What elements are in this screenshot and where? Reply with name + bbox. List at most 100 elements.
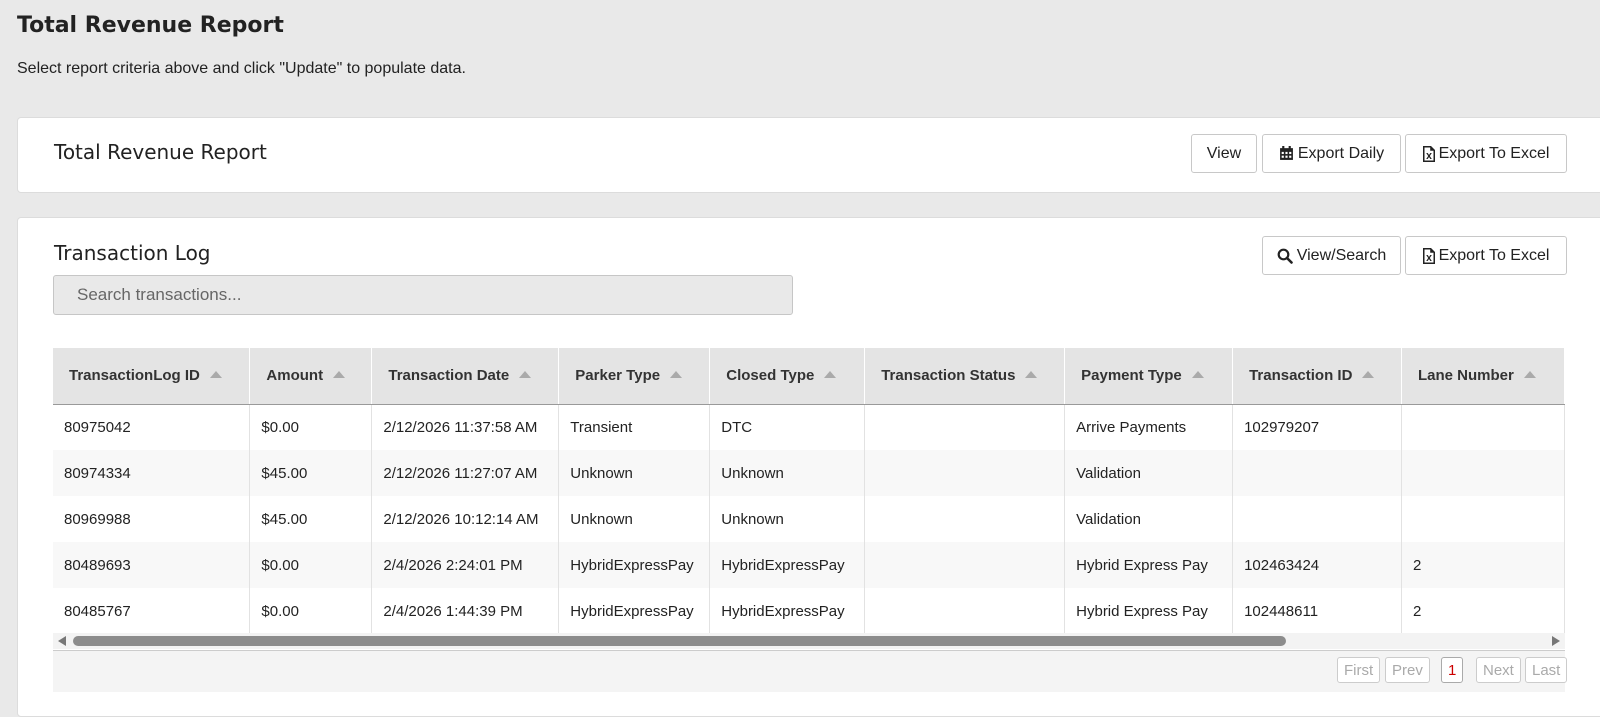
cell-payment-type: Validation [1064,496,1234,542]
pagination-bar: First Prev 1 Next Last [53,650,1568,692]
cell-payment-type: Validation [1064,450,1234,496]
prev-page-button[interactable]: Prev [1385,657,1430,683]
first-page-button[interactable]: First [1337,657,1381,683]
cell-transaction-date: 2/12/2026 11:27:07 AM [371,450,560,496]
cell-closed-type: DTC [709,404,866,450]
col-header-transaction-date[interactable]: Transaction Date [371,348,560,405]
sort-up-icon [1191,371,1204,379]
transaction-log-card: Transaction Log View/Search Export To Ex… [17,217,1600,717]
cell-payment-type: Hybrid Express Pay [1064,542,1234,588]
cell-transaction-status [864,588,1066,634]
export-daily-button[interactable]: Export Daily [1262,134,1401,173]
table-row[interactable]: 80974334 $45.00 2/12/2026 11:27:07 AM Un… [53,450,1565,496]
table-row[interactable]: 80485767 $0.00 2/4/2026 1:44:39 PM Hybri… [53,588,1565,634]
cell-amount: $0.00 [249,588,373,634]
cell-transaction-date: 2/4/2026 2:24:01 PM [371,542,560,588]
transaction-table: TransactionLog ID Amount Transaction Dat… [53,348,1565,634]
table-row[interactable]: 80489693 $0.00 2/4/2026 2:24:01 PM Hybri… [53,542,1565,588]
sort-up-icon [1523,371,1536,379]
log-export-excel-button[interactable]: Export To Excel [1405,236,1567,275]
transaction-table-container: TransactionLog ID Amount Transaction Dat… [53,348,1565,638]
search-input[interactable] [53,275,793,315]
table-header-row: TransactionLog ID Amount Transaction Dat… [53,348,1565,405]
sort-up-icon [1025,371,1038,379]
scroll-left-icon[interactable] [58,636,66,646]
cell-transactionlog-id: 80969988 [53,496,251,542]
col-header-payment-type[interactable]: Payment Type [1064,348,1234,405]
col-header-lane-number[interactable]: Lane Number [1401,348,1565,405]
sort-up-icon [824,371,837,379]
cell-amount: $45.00 [249,496,373,542]
page-1-button[interactable]: 1 [1441,657,1464,683]
cell-transaction-date: 2/4/2026 1:44:39 PM [371,588,560,634]
table-row[interactable]: 80969988 $45.00 2/12/2026 10:12:14 AM Un… [53,496,1565,542]
sort-up-icon [519,371,532,379]
scroll-right-icon[interactable] [1552,636,1560,646]
next-page-button[interactable]: Next [1476,657,1521,683]
cell-lane-number [1401,496,1565,542]
col-header-transaction-status[interactable]: Transaction Status [864,348,1066,405]
cell-transactionlog-id: 80974334 [53,450,251,496]
cell-lane-number: 2 [1401,588,1565,634]
cell-transaction-date: 2/12/2026 11:37:58 AM [371,404,560,450]
table-row[interactable]: 80975042 $0.00 2/12/2026 11:37:58 AM Tra… [53,404,1565,450]
page-title: Total Revenue Report [17,13,284,38]
col-header-transaction-id[interactable]: Transaction ID [1232,348,1402,405]
sort-up-icon [1362,371,1375,379]
cell-parker-type: Unknown [558,450,711,496]
view-button-label: View [1206,144,1242,162]
cell-transaction-status [864,450,1066,496]
view-button[interactable]: View [1191,134,1257,173]
cell-transactionlog-id: 80485767 [53,588,251,634]
cell-transaction-id: 102463424 [1232,542,1402,588]
col-header-amount[interactable]: Amount [249,348,373,405]
excel-file-icon [1422,247,1435,264]
cell-payment-type: Hybrid Express Pay [1064,588,1234,634]
cell-transaction-status [864,496,1066,542]
report-card: Total Revenue Report View Export Daily E… [17,117,1600,193]
cell-parker-type: Unknown [558,496,711,542]
log-export-excel-label: Export To Excel [1438,246,1550,264]
excel-file-icon [1422,145,1435,162]
cell-transaction-date: 2/12/2026 10:12:14 AM [371,496,560,542]
cell-transaction-id: 102979207 [1232,404,1402,450]
cell-amount: $0.00 [249,404,373,450]
cell-transaction-status [864,542,1066,588]
cell-transaction-id: 102448611 [1232,588,1402,634]
scrollbar-thumb[interactable] [73,636,1286,646]
export-daily-label: Export Daily [1297,144,1385,162]
cell-closed-type: HybridExpressPay [709,542,866,588]
col-header-closed-type[interactable]: Closed Type [709,348,866,405]
transaction-log-title: Transaction Log [54,241,211,265]
cell-transactionlog-id: 80489693 [53,542,251,588]
cell-transaction-id [1232,450,1402,496]
page-subtitle: Select report criteria above and click "… [17,60,466,77]
sort-up-icon [333,371,346,379]
sort-up-icon [670,371,683,379]
search-icon [1277,248,1293,264]
cell-parker-type: HybridExpressPay [558,542,711,588]
last-page-button[interactable]: Last [1525,657,1568,683]
cell-closed-type: Unknown [709,496,866,542]
col-header-parker-type[interactable]: Parker Type [558,348,711,405]
export-excel-label: Export To Excel [1438,144,1550,162]
cell-closed-type: HybridExpressPay [709,588,866,634]
sort-up-icon [209,371,222,379]
cell-transaction-id [1232,496,1402,542]
cell-lane-number [1401,450,1565,496]
export-excel-button[interactable]: Export To Excel [1405,134,1567,173]
col-header-transactionlog-id[interactable]: TransactionLog ID [53,348,251,405]
cell-lane-number: 2 [1401,542,1565,588]
cell-parker-type: HybridExpressPay [558,588,711,634]
cell-transaction-status [864,404,1066,450]
cell-payment-type: Arrive Payments [1064,404,1234,450]
report-card-title: Total Revenue Report [54,140,267,164]
cell-transactionlog-id: 80975042 [53,404,251,450]
cell-closed-type: Unknown [709,450,866,496]
calendar-icon [1279,146,1294,161]
cell-parker-type: Transient [558,404,711,450]
view-search-button[interactable]: View/Search [1262,236,1401,275]
view-search-label: View/Search [1296,246,1387,264]
horizontal-scrollbar[interactable] [53,633,1565,649]
cell-lane-number [1401,404,1565,450]
